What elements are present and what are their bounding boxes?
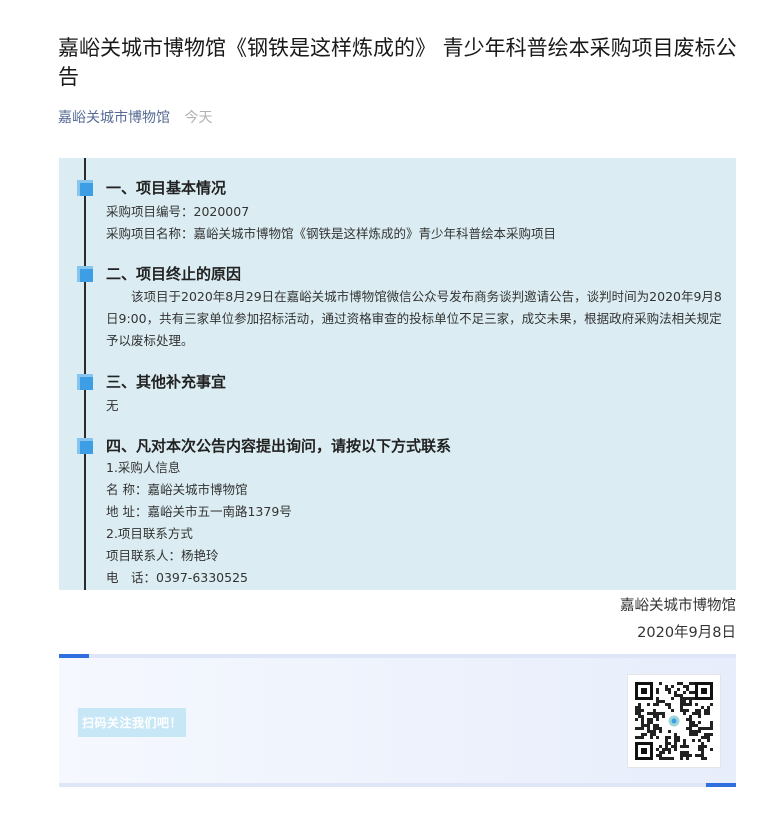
contact-line: 名 称：嘉峪关城市博物馆	[106, 482, 248, 497]
section-marker-icon	[77, 374, 93, 390]
banner-accent	[59, 654, 89, 658]
signoff-date: 2020年9月8日	[637, 625, 736, 641]
banner-divider	[59, 783, 706, 787]
section-heading: 一、项目基本情况	[106, 179, 227, 197]
announcement-body: 一、项目基本情况 采购项目编号：2020007 采购项目名称：嘉峪关城市博物馆《…	[59, 158, 736, 590]
section-marker-icon	[77, 438, 93, 454]
follow-us-banner: 扫码关注我们吧！	[59, 654, 736, 787]
article-date: 今天	[184, 110, 213, 126]
section-heading: 三、其他补充事宜	[106, 373, 227, 391]
qr-code-icon[interactable]	[627, 674, 721, 768]
contact-phone: 电 话：0397-6330525	[106, 570, 248, 585]
section-marker-icon	[77, 266, 93, 282]
other-matters-text: 无	[106, 398, 119, 413]
article-title: 嘉峪关城市博物馆《钢铁是这样炼成的》 青少年科普绘本采购项目废标公告	[58, 36, 737, 89]
section-heading: 二、项目终止的原因	[106, 265, 242, 283]
contact-line: 1.采购人信息	[106, 460, 181, 475]
contact-line: 2.项目联系方式	[106, 526, 193, 541]
banner-divider	[89, 654, 736, 658]
article-meta: 嘉峪关城市博物馆 今天	[58, 107, 212, 127]
contact-line: 地 址：嘉峪关市五一南路1379号	[106, 504, 292, 519]
signoff-org: 嘉峪关城市博物馆	[620, 598, 736, 614]
termination-paragraph: 该项目于2020年8月29日在嘉峪关城市博物馆微信公众号发布商务谈判邀请公告，谈…	[106, 289, 722, 348]
project-name: 采购项目名称：嘉峪关城市博物馆《钢铁是这样炼成的》青少年科普绘本采购项目	[106, 226, 557, 241]
contact-line: 项目联系人：杨艳玲	[106, 548, 219, 563]
article-source-link[interactable]: 嘉峪关城市博物馆	[58, 110, 170, 126]
section-marker-icon	[77, 180, 93, 196]
banner-accent	[706, 783, 736, 787]
project-number: 采购项目编号：2020007	[106, 204, 250, 219]
section-heading: 四、凡对本次公告内容提出询问，请按以下方式联系	[106, 437, 452, 455]
scan-follow-label: 扫码关注我们吧！	[78, 708, 187, 737]
